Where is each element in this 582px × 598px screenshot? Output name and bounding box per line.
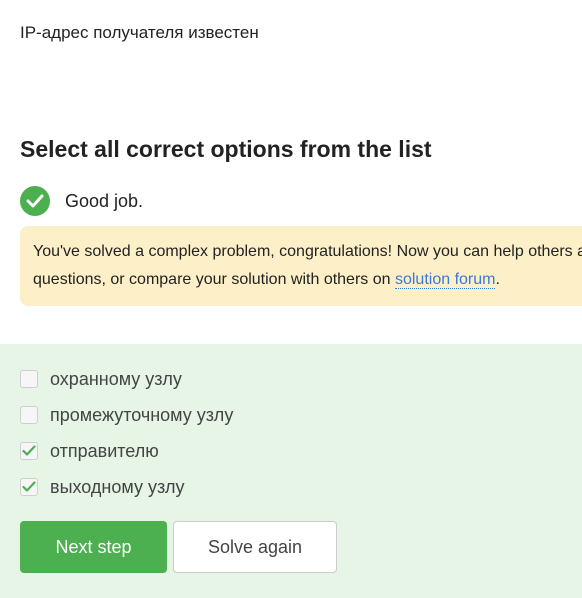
hint-line-1: You've solved a complex problem, congrat…	[33, 243, 582, 260]
hint-box: You've solved a complex problem, congrat…	[20, 226, 582, 306]
feedback-row: Good job.	[20, 186, 143, 216]
checkbox-checked[interactable]	[20, 442, 38, 460]
option-label: отправителю	[50, 440, 159, 461]
option-item[interactable]: выходному узлу	[20, 476, 185, 498]
hint-line-2: questions, or compare your solution with…	[33, 266, 582, 294]
option-item[interactable]: отправителю	[20, 440, 159, 462]
hint-line-2-suffix: .	[495, 271, 500, 288]
solution-forum-link[interactable]: solution forum	[394, 271, 496, 289]
option-label: выходному узлу	[50, 476, 185, 497]
question-text: IP-адрес получателя известен	[20, 23, 259, 42]
hint-line-2-prefix: questions, or compare your solution with…	[33, 271, 395, 288]
next-step-button[interactable]: Next step	[20, 521, 167, 573]
checkmark-icon	[22, 481, 36, 492]
feedback-text: Good job.	[65, 190, 144, 211]
checkbox-unchecked[interactable]	[20, 406, 38, 424]
check-circle-icon	[20, 186, 50, 216]
option-item[interactable]: промежуточному узлу	[20, 404, 233, 426]
checkbox-checked[interactable]	[20, 478, 38, 496]
checkbox-unchecked[interactable]	[20, 370, 38, 388]
checkmark-icon	[22, 445, 36, 456]
solve-again-button[interactable]: Solve again	[173, 521, 337, 573]
option-label: промежуточному узлу	[50, 404, 234, 425]
option-label: охранному узлу	[50, 368, 182, 389]
step-page: IP-адрес получателя известен Select all …	[0, 0, 582, 598]
option-item[interactable]: охранному узлу	[20, 368, 182, 390]
section-title: Select all correct options from the list	[20, 136, 432, 162]
